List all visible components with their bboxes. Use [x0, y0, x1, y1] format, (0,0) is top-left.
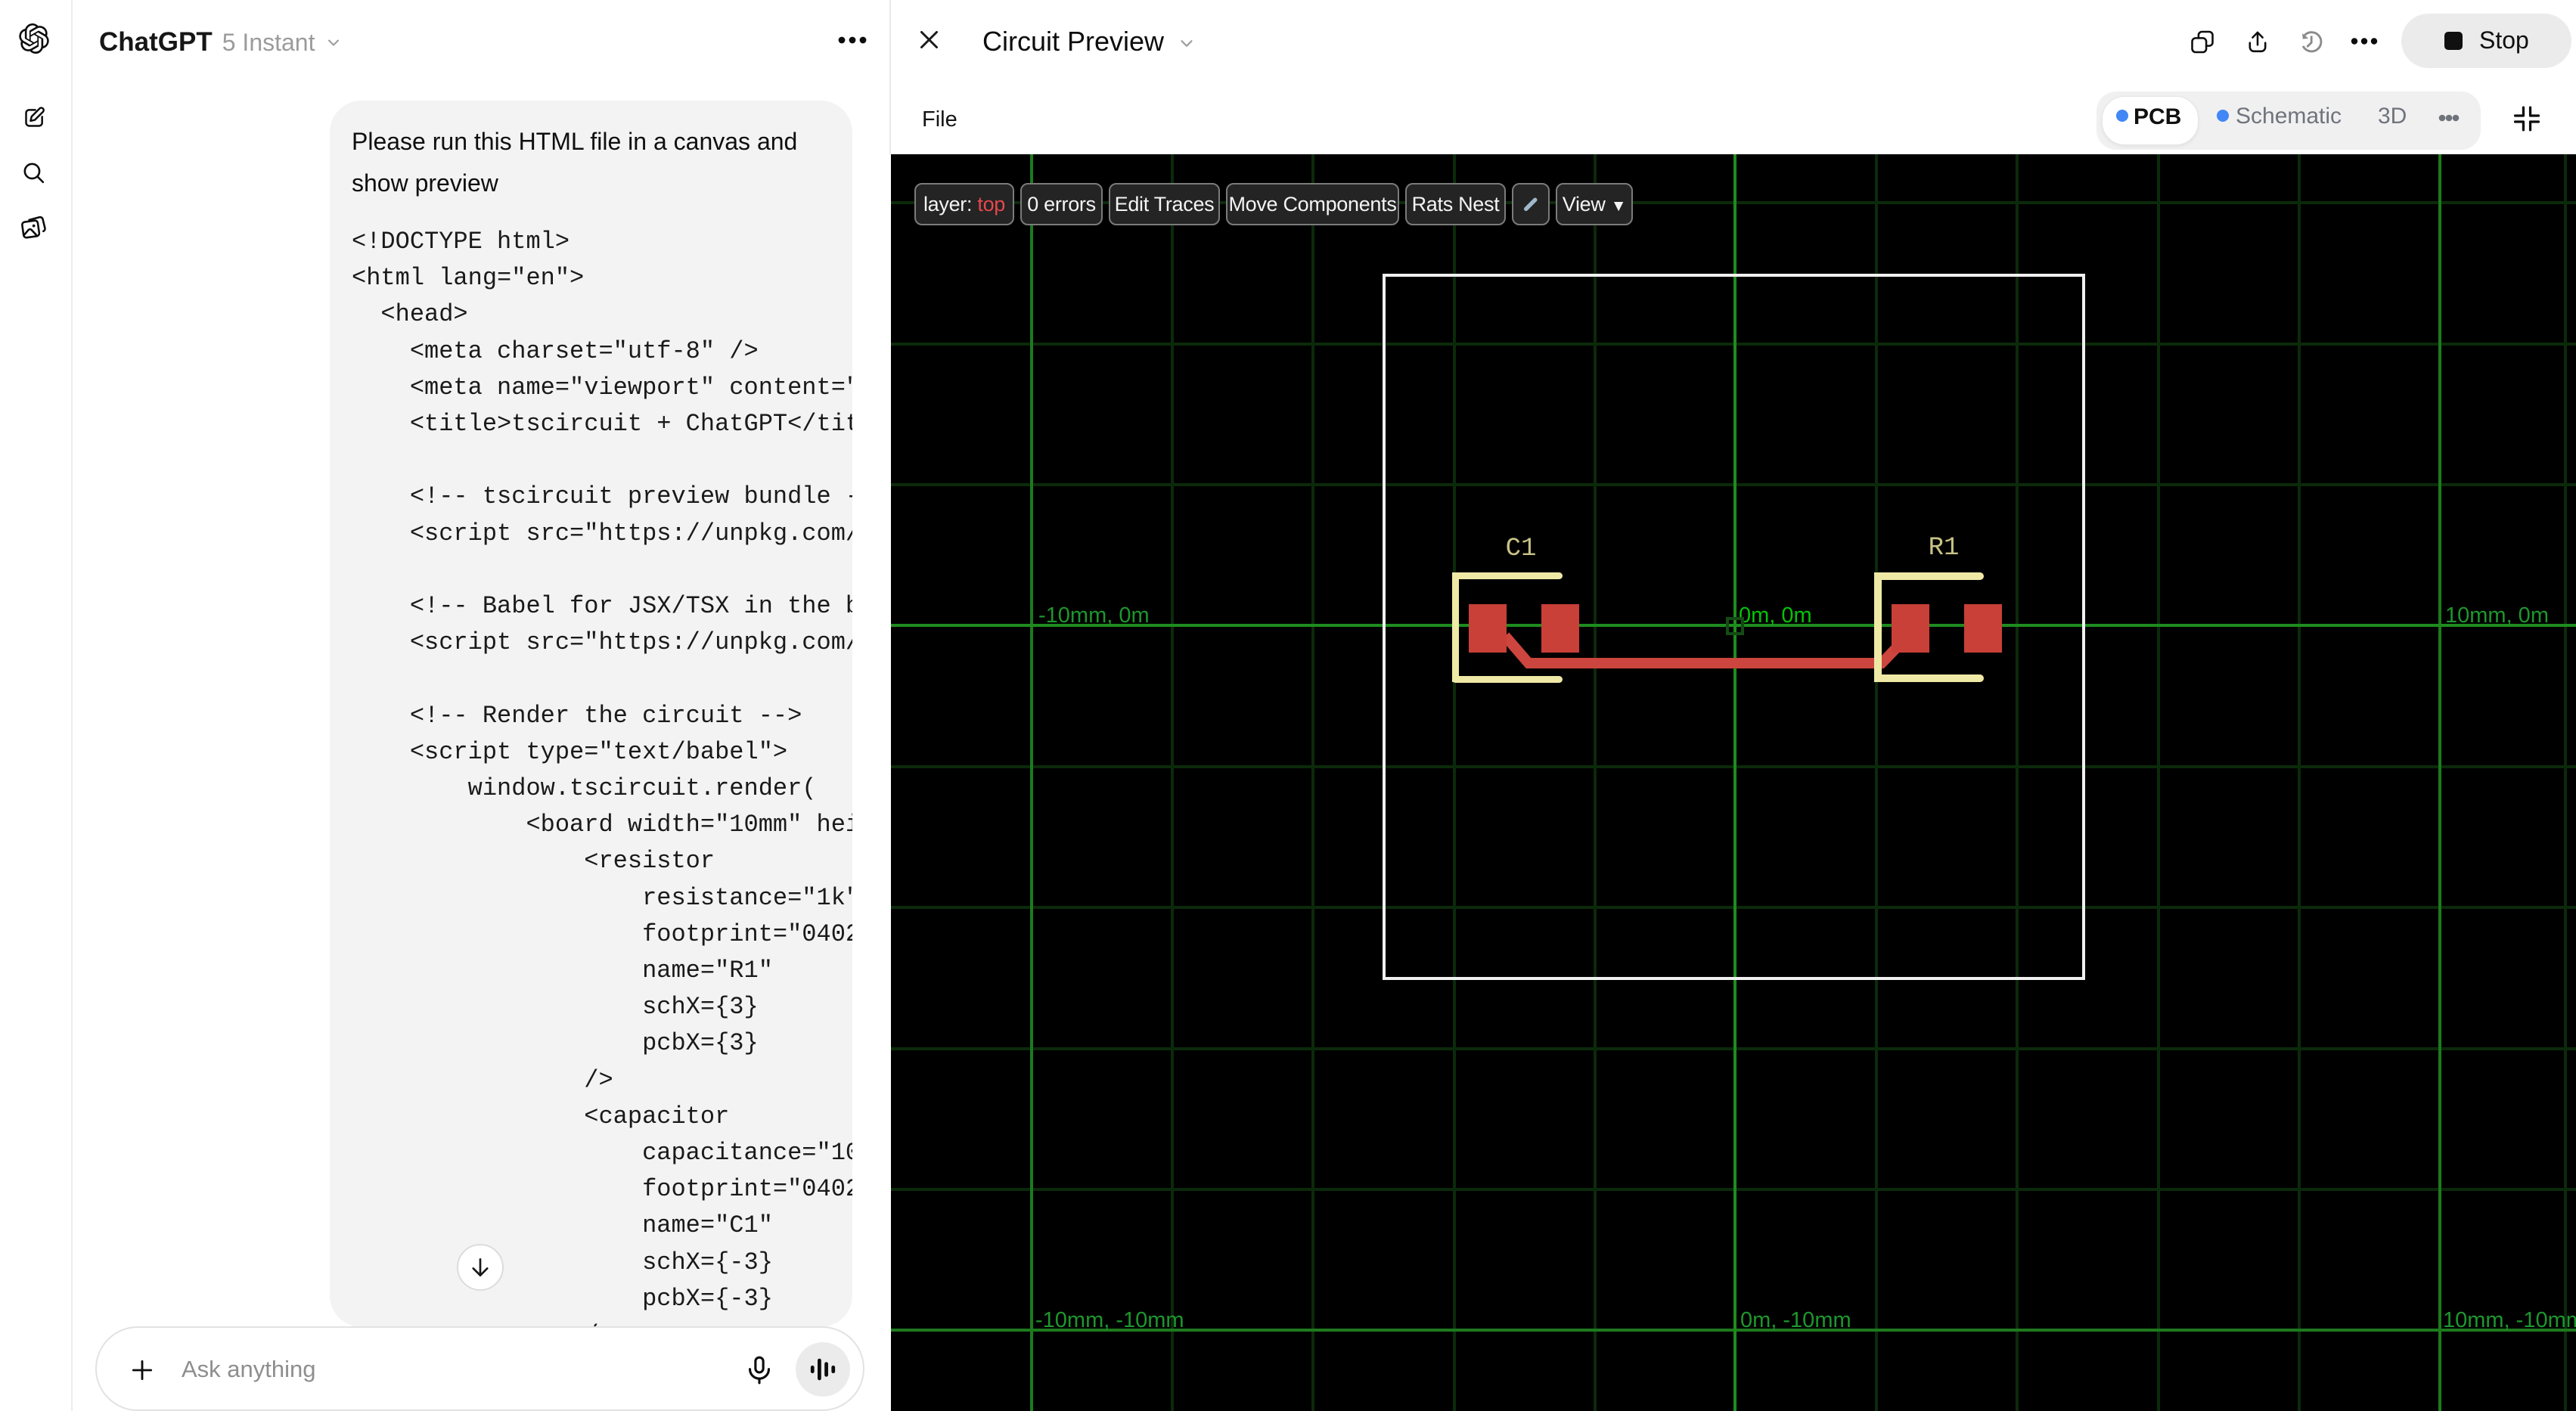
svg-text:R1: R1 [1929, 534, 1960, 563]
svg-text:C1: C1 [1506, 535, 1537, 563]
